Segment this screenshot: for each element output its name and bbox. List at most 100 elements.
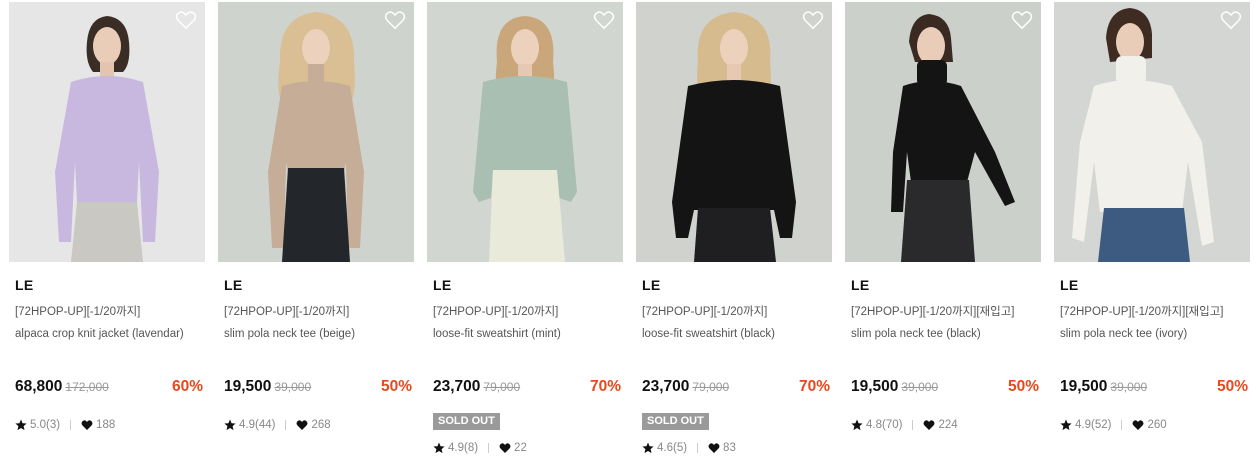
sale-price: 19,500: [1060, 378, 1108, 395]
heart-icon: [499, 443, 511, 453]
brand-name[interactable]: LE: [15, 277, 34, 293]
price-row: 19,500 39,000 50%: [1060, 378, 1248, 400]
rating-text: 4.6(5): [657, 442, 688, 454]
review-meta: 4.9(8) 22: [433, 442, 527, 454]
product-card[interactable]: LE [72HPOP-UP][-1/20까지][재입고] slim pola n…: [845, 2, 1041, 462]
promo-tag: [72HPOP-UP][-1/20까지][재입고]: [851, 306, 1015, 318]
product-card[interactable]: LE [72HPOP-UP][-1/20까지][재입고] slim pola n…: [1054, 2, 1250, 462]
wishlist-heart-icon[interactable]: [175, 10, 197, 30]
discount-rate: 50%: [380, 378, 412, 395]
price-row: 23,700 79,000 70%: [433, 378, 621, 400]
product-photo-illustration: [636, 2, 832, 262]
heart-icon: [81, 420, 93, 430]
divider: [697, 443, 699, 453]
product-photo-illustration: [845, 2, 1041, 262]
star-icon: [851, 419, 863, 431]
review-meta: 5.0(3) 188: [15, 419, 115, 431]
review-meta: 4.6(5) 83: [642, 442, 736, 454]
price-row: 19,500 39,000 50%: [224, 378, 412, 400]
like-count: 260: [1147, 419, 1167, 431]
product-grid: LE [72HPOP-UP][-1/20까지] alpaca crop knit…: [0, 0, 1256, 464]
promo-tag: [72HPOP-UP][-1/20까지]: [15, 306, 141, 318]
discount-rate: 70%: [589, 378, 621, 395]
sale-price: 23,700: [433, 378, 481, 395]
star-icon: [15, 419, 27, 431]
product-card[interactable]: LE [72HPOP-UP][-1/20까지] slim pola neck t…: [218, 2, 414, 462]
like-count: 268: [311, 419, 331, 431]
discount-rate: 50%: [1216, 378, 1248, 395]
star-icon: [642, 442, 654, 454]
star-icon: [433, 442, 445, 454]
product-image[interactable]: [845, 2, 1041, 262]
product-name[interactable]: slim pola neck tee (ivory): [1060, 328, 1187, 340]
brand-name[interactable]: LE: [1060, 277, 1079, 293]
product-name[interactable]: slim pola neck tee (beige): [224, 328, 355, 340]
product-card[interactable]: LE [72HPOP-UP][-1/20까지] loose-fit sweats…: [427, 2, 623, 462]
original-price: 39,000: [901, 380, 939, 394]
product-name[interactable]: alpaca crop knit jacket (lavendar): [15, 328, 184, 340]
promo-tag: [72HPOP-UP][-1/20까지]: [642, 306, 768, 318]
sale-price: 68,800: [15, 378, 63, 395]
discount-rate: 70%: [798, 378, 830, 395]
rating-text: 4.9(8): [448, 442, 479, 454]
sale-price: 19,500: [224, 378, 272, 395]
wishlist-heart-icon[interactable]: [1011, 10, 1033, 30]
product-name[interactable]: loose-fit sweatshirt (black): [642, 328, 775, 340]
like-count: 188: [96, 419, 116, 431]
sale-price: 23,700: [642, 378, 690, 395]
product-card[interactable]: LE [72HPOP-UP][-1/20까지] alpaca crop knit…: [9, 2, 205, 462]
wishlist-heart-icon[interactable]: [1220, 10, 1242, 30]
like-count: 224: [938, 419, 958, 431]
divider: [912, 420, 914, 430]
original-price: 39,000: [1110, 380, 1148, 394]
original-price: 39,000: [274, 380, 312, 394]
promo-tag: [72HPOP-UP][-1/20까지][재입고]: [1060, 306, 1224, 318]
product-card[interactable]: LE [72HPOP-UP][-1/20까지] loose-fit sweats…: [636, 2, 832, 462]
star-icon: [1060, 419, 1072, 431]
product-photo-illustration: [427, 2, 623, 262]
brand-name[interactable]: LE: [851, 277, 870, 293]
product-photo-illustration: [9, 2, 205, 262]
review-meta: 4.9(44) 268: [224, 419, 331, 431]
original-price: 79,000: [692, 380, 730, 394]
divider: [1121, 420, 1123, 430]
heart-icon: [708, 443, 720, 453]
like-count: 83: [723, 442, 736, 454]
heart-icon: [296, 420, 308, 430]
price-row: 19,500 39,000 50%: [851, 378, 1039, 400]
discount-rate: 60%: [171, 378, 203, 395]
wishlist-heart-icon[interactable]: [593, 10, 615, 30]
product-image[interactable]: [427, 2, 623, 262]
divider: [70, 420, 72, 430]
product-name[interactable]: loose-fit sweatshirt (mint): [433, 328, 561, 340]
original-price: 79,000: [483, 380, 521, 394]
price-row: 23,700 79,000 70%: [642, 378, 830, 400]
rating-text: 4.9(44): [239, 419, 276, 431]
rating-text: 5.0(3): [30, 419, 61, 431]
product-image[interactable]: [1054, 2, 1250, 262]
price-row: 68,800 172,000 60%: [15, 378, 203, 400]
heart-icon: [1132, 420, 1144, 430]
brand-name[interactable]: LE: [642, 277, 661, 293]
star-icon: [224, 419, 236, 431]
discount-rate: 50%: [1007, 378, 1039, 395]
product-image[interactable]: [636, 2, 832, 262]
sold-out-badge: SOLD OUT: [642, 413, 709, 430]
heart-icon: [923, 420, 935, 430]
product-image[interactable]: [218, 2, 414, 262]
promo-tag: [72HPOP-UP][-1/20까지]: [433, 306, 559, 318]
wishlist-heart-icon[interactable]: [802, 10, 824, 30]
sold-out-badge: SOLD OUT: [433, 413, 500, 430]
rating-text: 4.9(52): [1075, 419, 1112, 431]
promo-tag: [72HPOP-UP][-1/20까지]: [224, 306, 350, 318]
brand-name[interactable]: LE: [224, 277, 243, 293]
divider: [285, 420, 287, 430]
divider: [488, 443, 490, 453]
product-name[interactable]: slim pola neck tee (black): [851, 328, 981, 340]
wishlist-heart-icon[interactable]: [384, 10, 406, 30]
sale-price: 19,500: [851, 378, 899, 395]
review-meta: 4.9(52) 260: [1060, 419, 1167, 431]
product-photo-illustration: [218, 2, 414, 262]
product-image[interactable]: [9, 2, 205, 262]
brand-name[interactable]: LE: [433, 277, 452, 293]
